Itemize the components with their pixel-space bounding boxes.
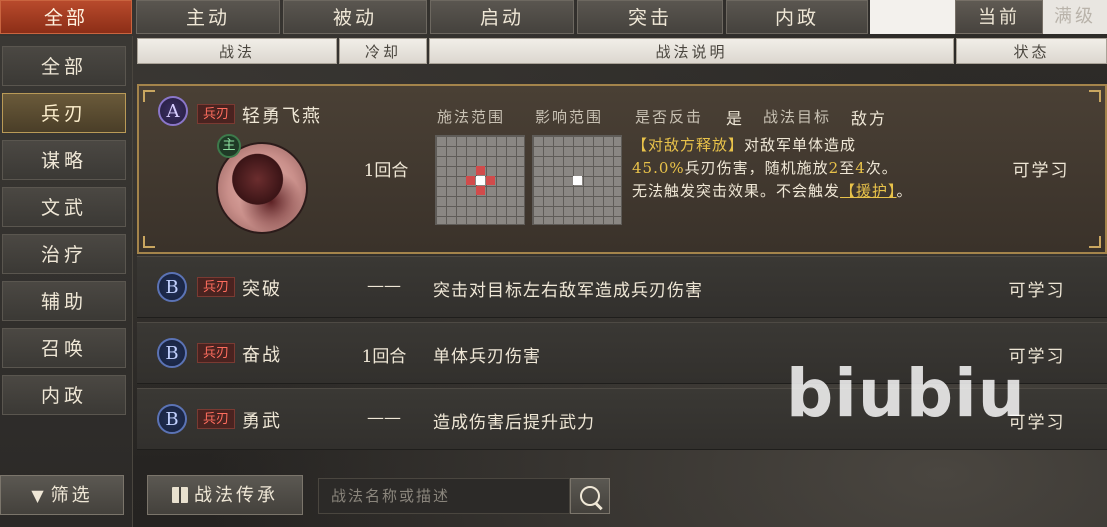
sidebar-item-all[interactable]: 全部 [2, 46, 126, 86]
skill-status: 可学习 [1008, 281, 1066, 301]
skill-inherit-label: 战法传承 [194, 485, 278, 506]
counter-value: 是 [726, 109, 745, 128]
column-header-skill: 战法 [137, 38, 337, 64]
grid-cell-target [573, 176, 582, 185]
search-icon-handle [594, 502, 603, 511]
skill-row-selected[interactable]: A 兵刃 轻勇飞燕 主 1回合 施法范围 影响范围 是否反击 是 战法目标 敌方… [137, 84, 1107, 254]
funnel-icon: ▼ [31, 486, 47, 505]
skill-description: 【对敌方释放】对敌军单体造成 45.0%兵刃伤害，随机施放2至4次。 无法触发突击效… [632, 136, 913, 200]
counter-label: 是否反击 [635, 108, 704, 126]
frame-corner [143, 236, 155, 248]
cast-range-label: 施法范围 [437, 108, 506, 126]
search-button[interactable] [570, 478, 610, 514]
sidebar-item-support[interactable]: 辅助 [2, 281, 126, 321]
skill-description: 单体兵刃伤害 [433, 347, 541, 367]
tab-bar-blank [870, 0, 960, 34]
grid-cell-self [476, 176, 485, 185]
skill-row[interactable]: B 兵刃 突破 —— 突击对目标左右敌军造成兵刃伤害 可学习 [137, 256, 1107, 318]
skill-name: 轻勇飞燕 [242, 106, 322, 127]
sidebar-item-civil[interactable]: 内政 [2, 375, 126, 415]
skill-type-tag: 兵刃 [197, 343, 235, 363]
frame-corner [143, 90, 155, 102]
skill-description: 突击对目标左右敌军造成兵刃伤害 [433, 281, 703, 301]
skill-cooldown: 1回合 [363, 161, 409, 181]
sidebar-item-blade[interactable]: 兵刃 [2, 93, 126, 133]
tab-assault-skill[interactable]: 突击 [577, 0, 723, 34]
grid-cell-range [476, 166, 485, 175]
skill-type-tag: 兵刃 [197, 277, 235, 297]
skill-inherit-button[interactable]: 战法传承 [147, 475, 303, 515]
skill-name: 突破 [242, 279, 282, 300]
skill-search-input[interactable] [318, 478, 570, 514]
tab-active-skill[interactable]: 主动 [136, 0, 280, 34]
support-keyword-link[interactable]: 【援护】 [840, 182, 897, 200]
skill-description: 造成伤害后提升武力 [433, 413, 595, 433]
column-header-cooldown: 冷却 [339, 38, 427, 64]
sidebar-item-summon[interactable]: 召唤 [2, 328, 126, 368]
grade-badge: B [157, 404, 187, 434]
toggle-current-level[interactable]: 当前 [955, 0, 1043, 34]
effect-range-label: 影响范围 [535, 108, 604, 126]
column-header-description: 战法说明 [429, 38, 954, 64]
grid-cell-range [476, 186, 485, 195]
top-tab-bar: 全部 主动 被动 启动 突击 内政 当前 满级 [0, 0, 1107, 36]
skill-name: 奋战 [242, 345, 282, 366]
frame-corner [1089, 90, 1101, 102]
column-header-status: 状态 [956, 38, 1107, 64]
filter-button[interactable]: ▼ 筛选 [0, 475, 124, 515]
grade-badge: B [157, 338, 187, 368]
sidebar-item-heal[interactable]: 治疗 [2, 234, 126, 274]
tab-civil-skill[interactable]: 内政 [726, 0, 868, 34]
tab-all[interactable]: 全部 [0, 0, 132, 34]
sidebar-item-strategy[interactable]: 谋略 [2, 140, 126, 180]
effect-range-grid [532, 135, 622, 225]
skill-cooldown: 1回合 [361, 347, 407, 367]
target-value: 敌方 [851, 109, 888, 128]
filter-label: 筛选 [50, 485, 93, 506]
grid-cell-range [466, 176, 475, 185]
tab-trigger-skill[interactable]: 启动 [430, 0, 574, 34]
tab-passive-skill[interactable]: 被动 [283, 0, 427, 34]
skill-cooldown: —— [367, 408, 401, 428]
grid-cell-range [486, 176, 495, 185]
main-badge: 主 [217, 134, 241, 158]
grade-badge: B [157, 272, 187, 302]
book-icon [172, 487, 188, 503]
watermark: biubiu [786, 355, 1026, 432]
sidebar-item-hybrid[interactable]: 文武 [2, 187, 126, 227]
skill-type-tag: 兵刃 [197, 409, 235, 429]
target-label: 战法目标 [763, 108, 832, 126]
skill-status: 可学习 [1012, 161, 1070, 181]
skill-name: 勇武 [242, 411, 282, 432]
skill-type-tag: 兵刃 [197, 104, 235, 124]
toggle-max-level[interactable]: 满级 [1043, 0, 1107, 34]
skill-cooldown: —— [367, 276, 401, 296]
frame-corner [1089, 236, 1101, 248]
cast-range-grid [435, 135, 525, 225]
grade-badge: A [158, 96, 188, 126]
